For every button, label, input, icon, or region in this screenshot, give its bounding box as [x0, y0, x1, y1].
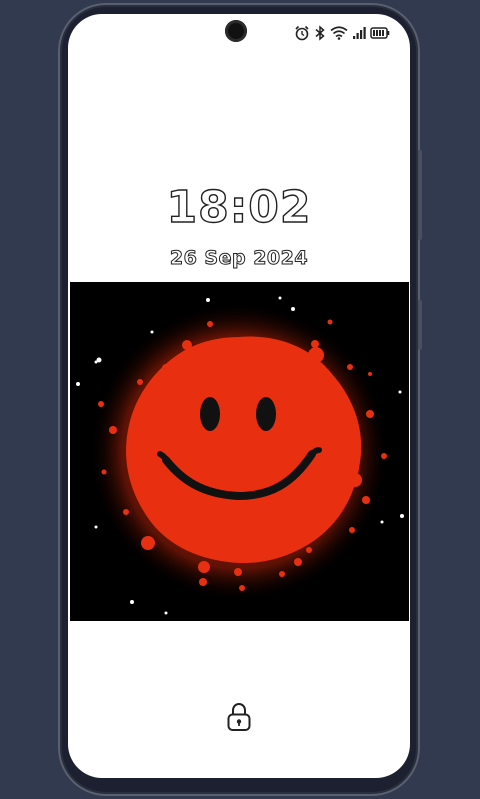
- unlock-button[interactable]: [226, 702, 252, 736]
- bluetooth-icon: [314, 25, 326, 41]
- wifi-icon: [330, 26, 348, 40]
- status-bar: [294, 25, 390, 41]
- front-camera: [225, 20, 247, 42]
- battery-icon: [370, 26, 390, 40]
- lockscreen-clock: 18:02: [166, 181, 312, 233]
- power-button: [418, 300, 422, 350]
- lockscreen-date: 26 Sep 2024: [169, 247, 309, 270]
- volume-button: [418, 150, 422, 240]
- smiley-face-icon: [70, 282, 409, 621]
- wallpaper-image: [70, 282, 409, 621]
- lock-icon: [227, 702, 251, 731]
- lock-screen: 18:02 26 Sep 2024: [68, 14, 410, 778]
- signal-icon: [352, 26, 366, 40]
- alarm-icon: [294, 25, 310, 41]
